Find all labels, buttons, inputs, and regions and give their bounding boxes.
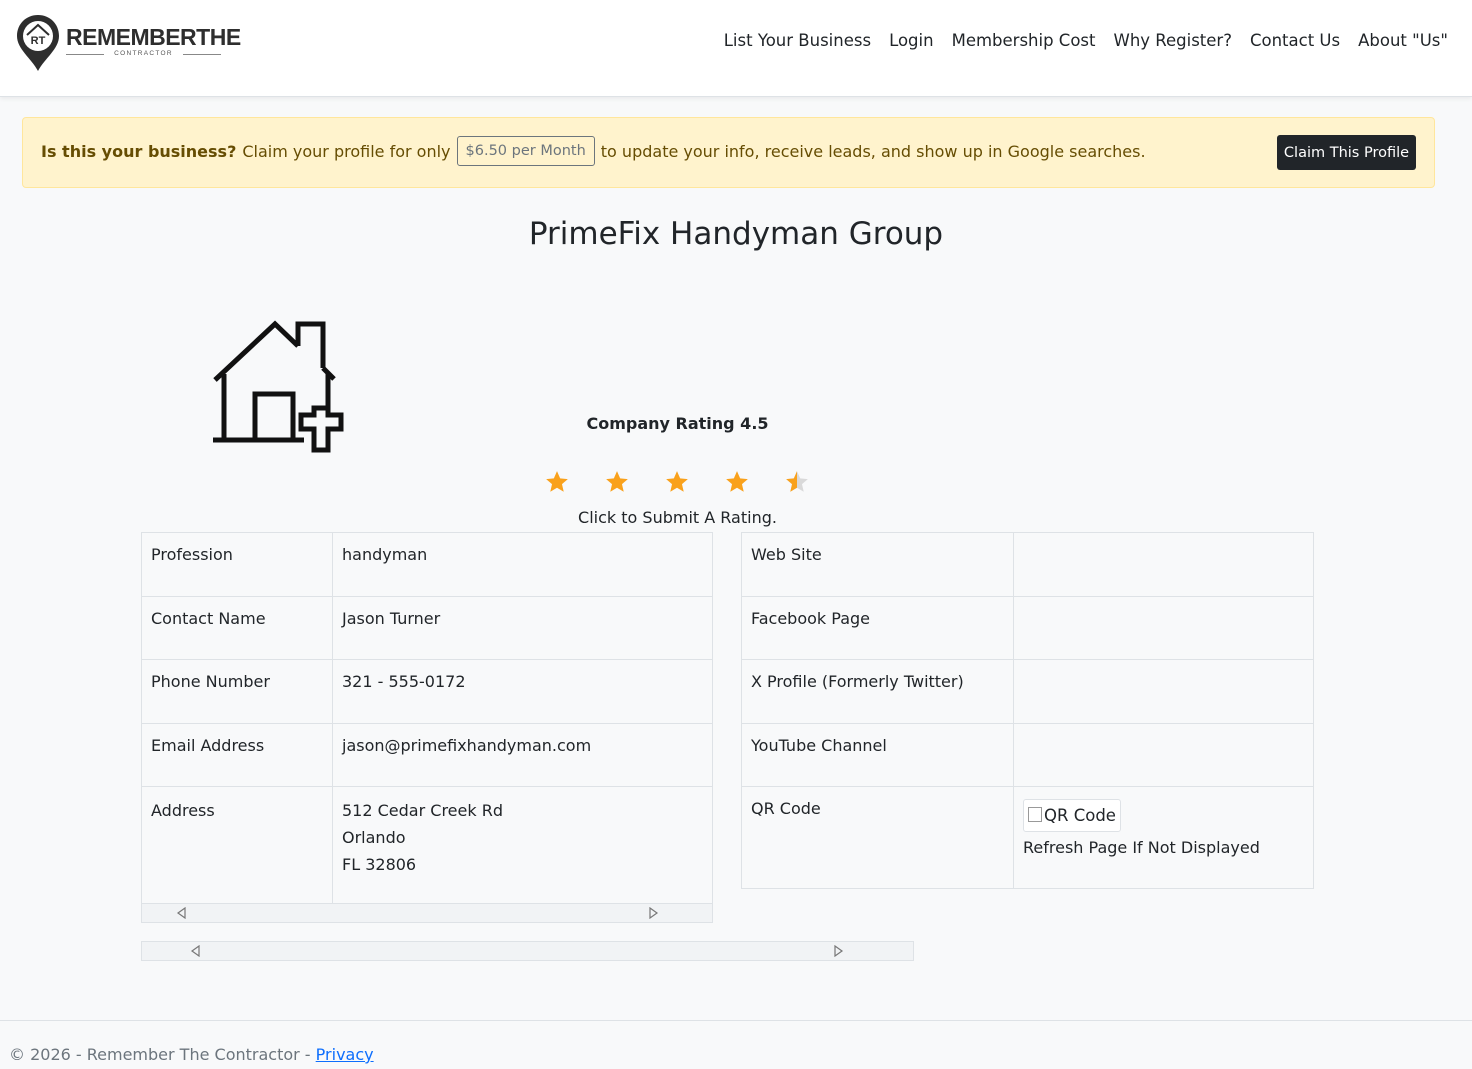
address-line-2: Orlando (342, 828, 406, 847)
qr-code-image: QR Code (1023, 799, 1121, 832)
row-label: Facebook Page (741, 595, 1014, 660)
table-row: Contact Name Jason Turner (141, 595, 713, 660)
claim-lead: Claim your profile for only (242, 141, 451, 161)
claim-profile-banner: Is this your business? Claim your profil… (22, 117, 1435, 188)
map-pin-logo-icon: RT (17, 15, 59, 71)
company-rating-label: Company Rating 4.5 (586, 414, 769, 433)
table-row: QR Code QR Code Refresh Page If Not Disp… (741, 786, 1314, 889)
profession-value: handyman (332, 532, 713, 597)
scroll-left-icon[interactable] (176, 907, 188, 919)
row-label: YouTube Channel (741, 722, 1014, 787)
star-4-icon[interactable] (724, 469, 750, 495)
online-presence-table: Web Site Facebook Page X Profile (Former… (741, 532, 1314, 889)
row-label: Address (141, 786, 333, 904)
contact-details-table: Profession handyman Contact Name Jason T… (141, 532, 713, 904)
star-3-icon[interactable] (664, 469, 690, 495)
table-row: Phone Number 321 - 555-0172 (141, 659, 713, 724)
x-profile-value[interactable] (1013, 659, 1314, 724)
price-badge: $6.50 per Month (456, 136, 595, 166)
brand-name: REMEMBERTHE (66, 24, 241, 50)
email-address-value: jason@primefixhandyman.com (332, 722, 713, 787)
nav-contact-us[interactable]: Contact Us (1250, 31, 1340, 50)
star-5-half-icon[interactable] (784, 469, 810, 495)
company-name-title: PrimeFix Handyman Group (528, 216, 944, 252)
claim-tail: to update your info, receive leads, and … (600, 141, 1146, 161)
table-row: YouTube Channel (741, 722, 1314, 787)
privacy-link[interactable]: Privacy (316, 1045, 374, 1064)
address-line-1: 512 Cedar Creek Rd (342, 801, 503, 820)
row-label: Contact Name (141, 595, 333, 660)
submit-rating-hint[interactable]: Click to Submit A Rating. (545, 508, 810, 527)
page-footer: © 2026 - Remember The Contractor - Priva… (0, 1020, 1472, 1069)
nav-login[interactable]: Login (889, 31, 934, 50)
table-row: X Profile (Formerly Twitter) (741, 659, 1314, 724)
star-2-icon[interactable] (604, 469, 630, 495)
claim-question: Is this your business? (41, 141, 237, 161)
qr-code-cell: QR Code Refresh Page If Not Displayed (1013, 786, 1314, 889)
address-line-3: FL 32806 (342, 855, 417, 874)
house-plus-icon (213, 320, 344, 453)
row-label: Phone Number (141, 659, 333, 724)
claim-banner-text: Is this your business? Claim your profil… (41, 136, 1146, 166)
table-row: Facebook Page (741, 595, 1314, 660)
scroll-right-icon[interactable] (832, 945, 844, 957)
top-navbar: RT REMEMBERTHE CONTRACTOR List Your Busi… (0, 0, 1472, 97)
table-row: Profession handyman (141, 532, 713, 597)
nav-why-register[interactable]: Why Register? (1114, 31, 1232, 50)
horizontal-scrollbar[interactable] (141, 941, 914, 961)
copyright-text: © 2026 - Remember The Contractor - (9, 1045, 311, 1064)
youtube-value[interactable] (1013, 722, 1314, 787)
nav-about-us[interactable]: About "Us" (1358, 31, 1448, 50)
row-label: Profession (141, 532, 333, 597)
brand-logo[interactable]: RT REMEMBERTHE CONTRACTOR (15, 13, 241, 75)
row-label: QR Code (741, 786, 1014, 889)
address-value: 512 Cedar Creek Rd Orlando FL 32806 (332, 786, 713, 904)
table-row: Email Address jason@primefixhandyman.com (141, 722, 713, 787)
phone-number-value: 321 - 555-0172 (332, 659, 713, 724)
main-nav: List Your Business Login Membership Cost… (724, 31, 1448, 50)
table-row: Address 512 Cedar Creek Rd Orlando FL 32… (141, 786, 713, 904)
brand-subtitle: CONTRACTOR (66, 50, 221, 57)
scroll-right-icon[interactable] (647, 907, 659, 919)
nav-list-your-business[interactable]: List Your Business (724, 31, 871, 50)
svg-text:RT: RT (31, 35, 46, 47)
scroll-left-icon[interactable] (190, 945, 202, 957)
claim-this-profile-button[interactable]: Claim This Profile (1277, 135, 1416, 170)
table-row: Web Site (741, 532, 1314, 597)
facebook-value[interactable] (1013, 595, 1314, 660)
row-label: Email Address (141, 722, 333, 787)
star-1-icon[interactable] (544, 469, 570, 495)
row-label: X Profile (Formerly Twitter) (741, 659, 1014, 724)
qr-refresh-note: Refresh Page If Not Displayed (1023, 838, 1260, 857)
horizontal-scrollbar[interactable] (141, 903, 713, 923)
nav-membership-cost[interactable]: Membership Cost (952, 31, 1096, 50)
row-label: Web Site (741, 532, 1014, 597)
website-value[interactable] (1013, 532, 1314, 597)
contact-name-value: Jason Turner (332, 595, 713, 660)
footer-text: © 2026 - Remember The Contractor - Priva… (9, 1045, 374, 1064)
